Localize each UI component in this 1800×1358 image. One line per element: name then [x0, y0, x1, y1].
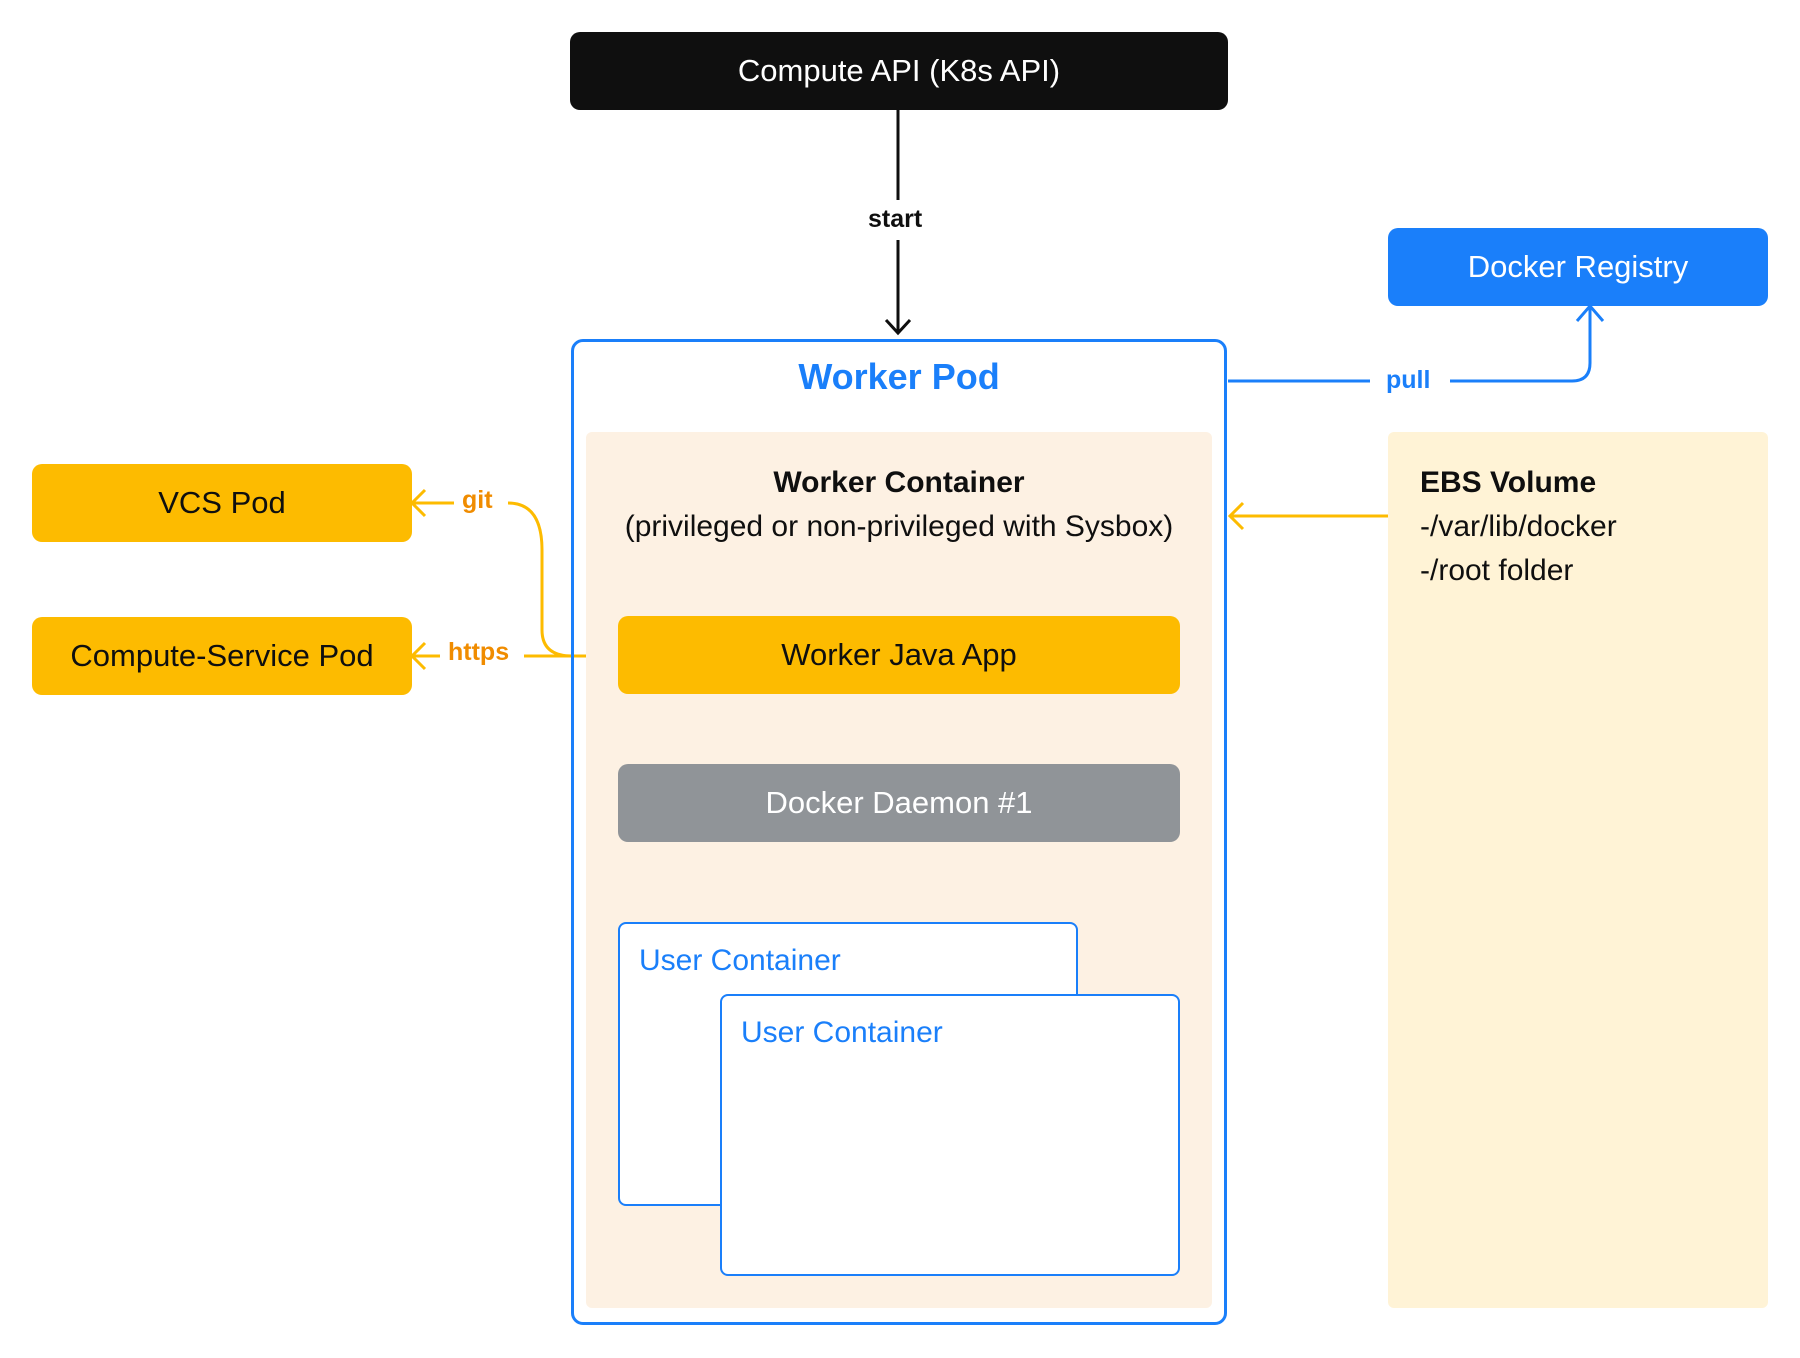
- git-edge: [507, 501, 573, 658]
- start-edge-label: start: [862, 205, 929, 234]
- https-edge-label: https: [442, 638, 516, 667]
- vcs-pod-node: VCS Pod: [32, 464, 412, 542]
- worker-java-app-node: Worker Java App: [618, 616, 1180, 694]
- worker-container-title: Worker Container: [773, 466, 1025, 499]
- worker-java-app-label: Worker Java App: [781, 637, 1017, 672]
- user-container-front: User Container: [720, 994, 1180, 1276]
- ebs-volume-node: EBS Volume -/var/lib/docker -/root folde…: [1388, 432, 1768, 1308]
- worker-pod-title: Worker Pod: [798, 356, 1000, 397]
- git-edge-label: git: [456, 486, 499, 515]
- compute-api-node: Compute API (K8s API): [570, 32, 1228, 110]
- compute-api-label: Compute API (K8s API): [737, 53, 1061, 88]
- ebs-volume-title: EBS Volume: [1420, 466, 1597, 499]
- user-container-back-label: User Container: [639, 944, 841, 977]
- compute-service-pod-node: Compute-Service Pod: [32, 617, 412, 695]
- pull-edge-label: pull: [1380, 366, 1437, 395]
- docker-daemon-label: Docker Daemon #1: [765, 785, 1033, 820]
- vcs-pod-label: VCS Pod: [158, 485, 286, 520]
- compute-service-pod-label: Compute-Service Pod: [70, 638, 374, 673]
- docker-daemon-node: Docker Daemon #1: [618, 764, 1180, 842]
- ebs-path-docker: -/var/lib/docker: [1420, 510, 1617, 543]
- docker-registry-label: Docker Registry: [1467, 249, 1689, 284]
- docker-registry-node: Docker Registry: [1388, 228, 1768, 306]
- ebs-path-root: -/root folder: [1420, 554, 1574, 587]
- pull-edge-right: [1450, 308, 1592, 383]
- user-container-front-label: User Container: [741, 1016, 943, 1049]
- worker-container-subtitle: (privileged or non-privileged with Sysbo…: [624, 510, 1174, 543]
